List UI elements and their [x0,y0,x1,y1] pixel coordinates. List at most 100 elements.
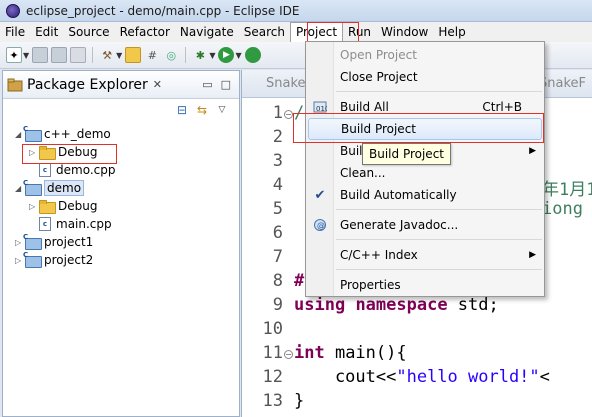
editor-tab-snakef[interactable]: SnakeF [539,76,586,91]
debug-folder-highlight [22,144,117,164]
menu-source[interactable]: Source [63,22,114,42]
cpp-project-icon [23,179,42,196]
code-line-5: iong [542,199,583,219]
menu-item-close-project[interactable]: Close Project [306,66,544,88]
menu-item-properties[interactable]: Properties [306,274,544,296]
menu-separator [336,239,542,240]
build-project-tooltip: Build Project [362,143,451,165]
line-number: 10 [262,319,283,339]
menu-item-cpp-index[interactable]: C/C++ Index ▶ [306,244,544,266]
fold-collapse-icon[interactable]: − [284,110,293,119]
menu-navigate[interactable]: Navigate [175,22,239,42]
line-number: 5 [272,199,283,219]
eclipse-logo-icon [6,3,20,18]
folder-build-icon[interactable] [125,47,142,63]
title-bar: eclipse_project - demo/main.cpp - Eclips… [0,0,592,22]
tree-node-demo[interactable]: ◢ demo [15,179,85,197]
fold-collapse-icon[interactable]: − [284,350,293,359]
cpp-project-icon [23,233,42,250]
package-explorer-title: Package Explorer [27,76,148,93]
cpp-file-icon: c [39,217,51,231]
tree-node-cpp-demo[interactable]: ◢ c++_demo [15,125,111,143]
line-number: 11 [262,343,283,363]
line-number: 12 [262,367,283,387]
code-line-4: 年1月1 [542,180,592,200]
menu-separator [336,91,542,92]
package-explorer-view: Package Explorer ✕ ▭ □ ⊟ ⇆ ▽ ◢ c++_demo … [2,70,240,417]
project-menu: Open Project Close Project 010 Build All… [305,41,545,297]
line-number: 4 [272,175,283,195]
new-dropdown-icon[interactable]: ▼ [23,51,29,60]
menu-search[interactable]: Search [239,22,290,42]
minimize-view-icon[interactable]: ▭ [202,78,212,91]
code-line-8: # [294,271,305,291]
tree-node-project1[interactable]: ▷ project1 [15,233,93,251]
package-explorer-tab[interactable]: Package Explorer ✕ ▭ □ [3,71,239,99]
build-project-highlight [293,113,544,143]
target-icon[interactable]: ◎ [163,47,179,63]
build-hammer-icon[interactable]: ⚒ [99,47,115,63]
line-number: 2 [272,127,283,147]
menu-item-open-project[interactable]: Open Project [306,44,544,66]
line-number: 9 [272,295,283,315]
submenu-arrow-icon: ▶ [529,146,536,156]
cpp-file-icon: c [39,163,51,177]
cpp-project-icon [23,251,42,268]
external-tools-icon[interactable] [244,47,261,63]
save-icon[interactable] [32,47,49,63]
toolbar-separator [185,47,187,63]
save-all-icon[interactable] [51,47,68,63]
print-icon[interactable] [70,47,87,63]
line-number: 8 [272,271,283,291]
hash-icon[interactable]: # [144,47,160,63]
collapsed-arrow-icon[interactable]: ▷ [29,202,39,211]
javadoc-icon: @ [312,217,328,233]
cpp-project-icon [23,125,42,142]
folder-icon [39,200,56,214]
menu-refactor[interactable]: Refactor [115,22,175,42]
code-line-12: cout<<"hello world!"< [294,367,550,387]
submenu-arrow-icon: ▶ [529,250,536,260]
svg-text:@: @ [317,221,325,230]
line-number: 1 [272,103,283,123]
menu-project-highlight [307,22,359,42]
menu-item-generate-javadoc[interactable]: @ Generate Javadoc... [306,214,544,236]
code-line-11: int main(){ [294,343,407,363]
maximize-view-icon[interactable]: □ [221,78,231,91]
debug-dropdown-icon[interactable]: ▼ [209,51,215,60]
menu-window[interactable]: Window [376,22,433,42]
explorer-toolbar: ⊟ ⇆ ▽ [3,99,239,121]
menu-edit[interactable]: Edit [30,22,63,42]
package-explorer-icon [7,78,23,92]
line-number: 3 [272,151,283,171]
window-title: eclipse_project - demo/main.cpp - Eclips… [26,3,300,18]
debug-bug-icon[interactable]: ✱ [192,47,208,63]
line-number: 7 [272,247,283,267]
menu-help[interactable]: Help [433,22,470,42]
menu-separator [336,269,542,270]
menu-bar: File Edit Source Refactor Navigate Searc… [0,22,592,42]
tree-node-project2[interactable]: ▷ project2 [15,251,93,269]
menu-item-clean[interactable]: Clean... [306,162,544,184]
link-with-editor-icon[interactable]: ⇆ [195,103,209,117]
menu-item-build-automatically[interactable]: ✔ Build Automatically [306,184,544,206]
tree-node-debug-2[interactable]: ▷ Debug [29,197,97,215]
close-view-icon[interactable]: ✕ [153,78,162,91]
toolbar-separator [92,47,94,63]
menu-file[interactable]: File [0,22,30,42]
line-number: 6 [272,223,283,243]
code-line-9: using namespace std; [294,295,499,315]
checkmark-icon: ✔ [314,187,326,203]
run-dropdown-icon[interactable]: ▼ [235,51,241,60]
code-line-13: } [294,391,305,411]
collapse-all-icon[interactable]: ⊟ [175,103,189,117]
new-icon[interactable]: ✦ [6,47,22,63]
svg-text:010: 010 [316,105,327,113]
tree-node-main-cpp[interactable]: c main.cpp [39,215,112,233]
view-menu-icon[interactable]: ▽ [215,103,229,117]
line-number: 13 [262,391,283,411]
build-dropdown-icon[interactable]: ▼ [116,51,122,60]
editor-tab-snake[interactable]: Snake [266,76,306,91]
menu-separator [336,209,542,210]
run-icon[interactable]: ▶ [218,47,235,63]
